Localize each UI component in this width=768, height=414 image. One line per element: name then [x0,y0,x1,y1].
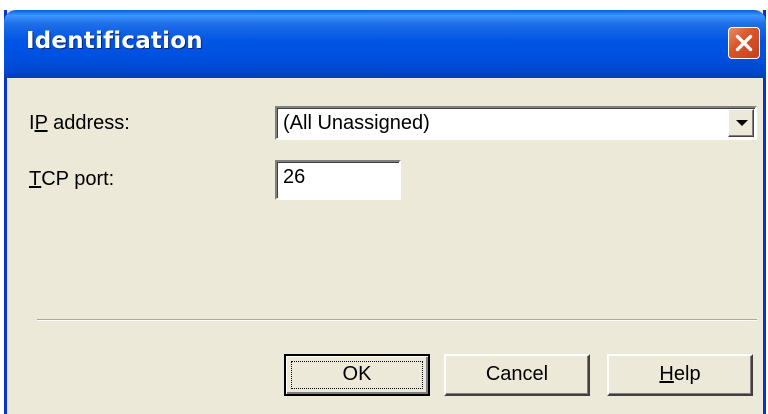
ip-address-label: IP address: [29,112,130,135]
title-bar[interactable]: Identification [4,10,766,78]
window-title: Identification [26,28,203,54]
help-button[interactable]: Help [607,354,753,396]
tcp-port-value: 26 [283,166,306,188]
ip-address-value: (All Unassigned) [283,112,430,134]
ip-address-label-accelerator: P [34,112,48,134]
cancel-button-label: Cancel [485,363,549,385]
tcp-port-label-rest: CP port: [41,168,115,190]
help-button-label-rest: elp [673,363,701,385]
dialog-body: IP address: (All Unassigned) TCP port: 2… [7,78,763,414]
tcp-port-label: TCP port: [29,168,114,191]
ip-address-dropdown-button[interactable] [728,109,754,137]
close-button[interactable] [728,27,760,59]
separator [37,319,757,321]
ip-address-label-rest: address: [47,112,130,134]
ip-address-select[interactable]: (All Unassigned) [275,106,757,140]
tcp-port-label-accelerator: T [29,168,42,190]
cancel-button[interactable]: Cancel [444,354,590,396]
tcp-port-input[interactable]: 26 [275,160,401,200]
focus-rectangle [291,361,423,389]
ok-button[interactable]: OK [284,354,430,396]
close-icon [735,34,753,52]
identification-dialog: Identification IP address: (All Unassign… [4,10,766,414]
chevron-down-icon [736,120,748,126]
help-button-accelerator: H [659,363,674,385]
